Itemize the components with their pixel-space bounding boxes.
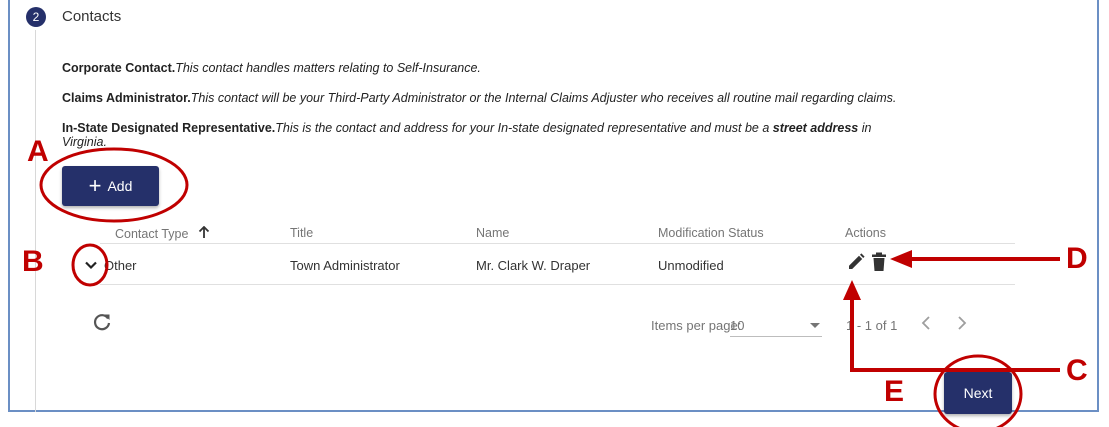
annotation-label-d: D [1066, 242, 1088, 275]
annotation-label-a: A [27, 135, 49, 168]
claims-administrator-description: Claims Administrator.This contact will b… [62, 91, 896, 105]
sort-arrow-up-icon [198, 225, 210, 238]
page-size-select[interactable]: 10 [730, 310, 822, 337]
page-range-label: 1 - 1 of 1 [846, 318, 898, 333]
corporate-contact-description: Corporate Contact.This contact handles m… [62, 61, 481, 75]
chevron-left-icon [921, 316, 930, 330]
instate-representative-text-end: in [858, 121, 872, 135]
corporate-contact-text: This contact handles matters relating to… [175, 61, 481, 75]
step-title: Contacts [62, 8, 122, 25]
instate-representative-text-line2: Virginia. [62, 135, 107, 149]
step-number-badge: 2 [26, 7, 46, 27]
instate-representative-text: This is the contact and address for your… [275, 121, 773, 135]
header-actions: Actions [845, 226, 886, 240]
chevron-down-icon [85, 261, 97, 270]
header-modification-status[interactable]: Modification Status [658, 226, 764, 240]
annotation-label-c: C [1066, 354, 1088, 387]
street-address-emphasis: street address [772, 121, 859, 135]
pencil-icon [849, 253, 865, 269]
caret-down-icon [810, 323, 820, 328]
header-divider [100, 243, 1015, 244]
corporate-contact-label: Corporate Contact. [62, 61, 176, 75]
annotation-label-b: B [22, 245, 44, 278]
header-contact-type-label: Contact Type [115, 227, 189, 241]
delete-button[interactable] [870, 252, 888, 277]
refresh-icon [93, 314, 111, 331]
expand-row-button[interactable] [80, 254, 102, 276]
add-contact-button[interactable]: + Add [62, 166, 159, 206]
cell-modification-status: Unmodified [658, 258, 724, 273]
instate-representative-label: In-State Designated Representative. [62, 121, 276, 135]
items-per-page-label: Items per page: [651, 318, 742, 333]
header-contact-type[interactable]: Contact Type [115, 225, 210, 241]
trash-icon [872, 252, 886, 271]
claims-administrator-label: Claims Administrator. [62, 91, 191, 105]
refresh-button[interactable] [91, 312, 113, 339]
edit-button[interactable] [846, 252, 866, 277]
plus-icon: + [88, 173, 102, 198]
add-button-label: Add [107, 178, 133, 194]
instate-representative-description: In-State Designated Representative.This … [62, 121, 982, 149]
chevron-right-icon [958, 316, 967, 330]
cell-contact-type: Other [104, 258, 137, 273]
previous-page-button[interactable] [919, 313, 933, 338]
next-page-button[interactable] [955, 313, 969, 338]
claims-administrator-text: This contact will be your Third-Party Ad… [190, 91, 897, 105]
next-button[interactable]: Next [944, 372, 1012, 414]
cell-name: Mr. Clark W. Draper [476, 258, 591, 273]
cell-title: Town Administrator [290, 258, 400, 273]
page-size-value: 10 [730, 318, 745, 333]
row-divider [100, 284, 1015, 285]
stepper-line [35, 30, 36, 412]
annotation-label-e: E [884, 375, 905, 408]
header-title[interactable]: Title [290, 226, 313, 240]
header-name[interactable]: Name [476, 226, 509, 240]
